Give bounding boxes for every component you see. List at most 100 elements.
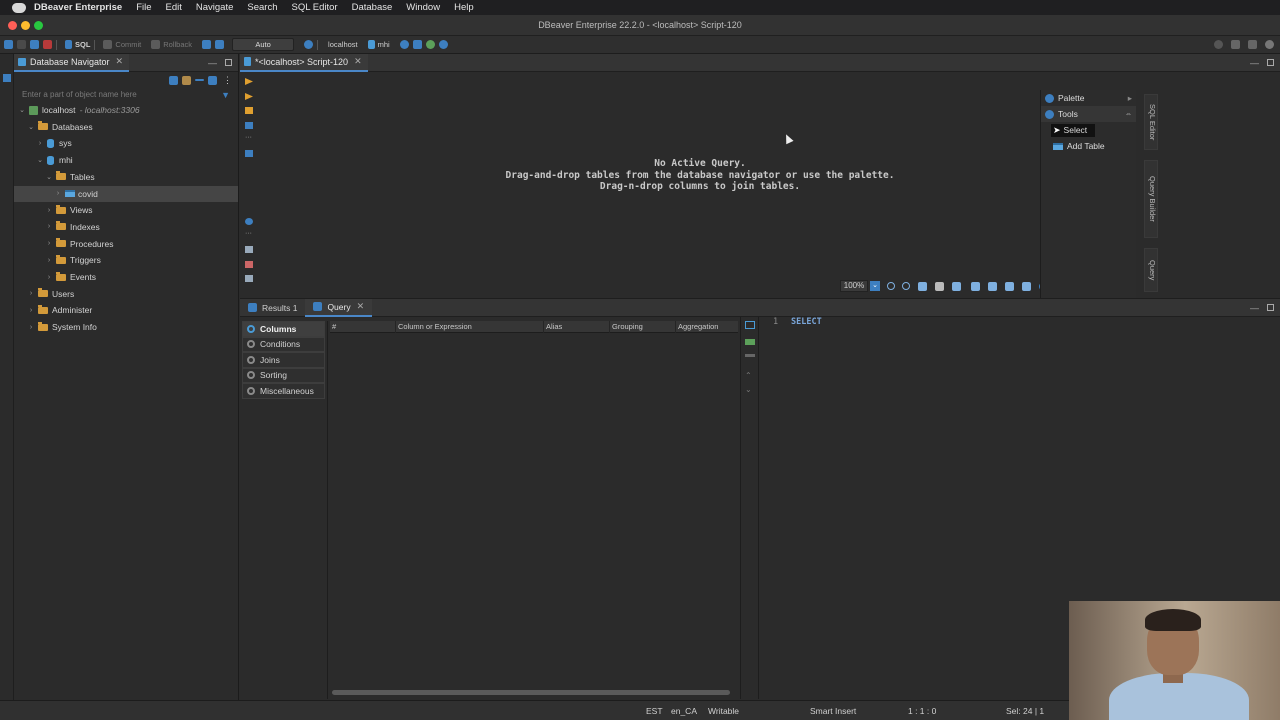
preview-icon[interactable] [745, 321, 755, 329]
section-miscellaneous[interactable]: Miscellaneous [242, 383, 325, 399]
tree-item-system-info[interactable]: › System Info [14, 319, 238, 335]
history-icon[interactable] [304, 40, 314, 49]
navigator-filter-input[interactable]: Enter a part of object name here [14, 88, 221, 102]
refresh-icon[interactable] [30, 40, 39, 49]
new-folder-icon[interactable] [169, 75, 178, 85]
tree-item-mhi[interactable]: ⌄ mhi [14, 152, 238, 168]
close-icon[interactable]: ✕ [354, 56, 362, 67]
tree-item-sys[interactable]: › sys [14, 135, 238, 151]
explain-plan-icon[interactable] [245, 122, 253, 129]
section-joins[interactable]: Joins [242, 352, 325, 368]
zoom-level-select[interactable]: 100% [840, 280, 868, 292]
print-icon[interactable] [1022, 281, 1031, 291]
more-menu-icon[interactable]: ⋮ [223, 75, 232, 86]
menu-search[interactable]: Search [247, 2, 277, 13]
close-icon[interactable]: ✕ [116, 56, 124, 67]
tree-item-views[interactable]: › Views [14, 202, 238, 218]
columns-grid[interactable]: # Column or Expression Alias Grouping Ag… [330, 321, 738, 699]
sql-editor-icon[interactable] [65, 40, 72, 49]
transaction-mode-selector[interactable]: Auto [232, 38, 295, 51]
chevron-right-icon[interactable]: › [45, 207, 53, 214]
terminal-icon[interactable] [245, 150, 253, 157]
section-sorting[interactable]: Sorting [242, 367, 325, 383]
active-schema-selector[interactable]: mhi [378, 40, 390, 49]
execute-statement-icon[interactable] [245, 78, 253, 85]
transaction-icon[interactable] [202, 40, 212, 49]
palette-select-tool[interactable]: ➤ Select [1041, 122, 1136, 138]
maximize-panel-icon[interactable] [1267, 59, 1274, 66]
chevron-right-icon[interactable]: › [45, 223, 53, 230]
execute-new-tab-icon[interactable] [245, 107, 253, 114]
chevron-right-icon[interactable]: › [45, 274, 53, 281]
grid-icon[interactable] [935, 281, 944, 291]
tab-query[interactable]: Query ✕ [305, 298, 373, 317]
link-editor-icon[interactable] [208, 75, 217, 85]
tree-item-events[interactable]: › Events [14, 269, 238, 285]
zoom-in-icon[interactable] [887, 282, 895, 290]
column-header[interactable]: Grouping [610, 321, 676, 333]
tab-script-120[interactable]: *<localhost> Script-120 ✕ [240, 53, 368, 72]
tree-item-indexes[interactable]: › Indexes [14, 219, 238, 235]
column-header[interactable]: Column or Expression [396, 321, 544, 333]
layout-icon[interactable] [1248, 40, 1257, 49]
chevron-right-icon[interactable]: › [27, 290, 35, 297]
menu-navigate[interactable]: Navigate [196, 2, 234, 13]
commit-icon[interactable] [103, 40, 113, 49]
close-icon[interactable]: ✕ [357, 301, 365, 312]
menu-file[interactable]: File [136, 2, 151, 13]
tree-item-triggers[interactable]: › Triggers [14, 252, 238, 268]
palette-tools-drawer[interactable]: Tools ⇔ [1041, 106, 1136, 122]
document-icon[interactable] [245, 275, 253, 282]
more-icon[interactable]: ··· [245, 230, 253, 239]
add-row-icon[interactable] [745, 339, 755, 345]
minimize-panel-icon[interactable]: — [208, 58, 217, 68]
column-header[interactable]: Alias [544, 321, 610, 333]
remove-row-icon[interactable] [745, 354, 755, 357]
chevron-down-icon[interactable]: ⌄ [745, 386, 755, 395]
format-icon[interactable] [412, 40, 422, 49]
tree-item-users[interactable]: › Users [14, 286, 238, 302]
chevron-right-icon[interactable]: › [45, 240, 53, 247]
move-icon[interactable] [952, 281, 961, 291]
connect-icon[interactable] [17, 40, 26, 49]
chevron-down-icon[interactable]: ⌄ [27, 123, 35, 131]
settings-icon[interactable] [245, 218, 253, 225]
column-header[interactable]: Aggregation [676, 321, 738, 333]
chevron-right-icon[interactable]: › [27, 307, 35, 314]
minimize-panel-icon[interactable]: — [1250, 58, 1259, 68]
collapse-all-icon[interactable] [195, 79, 204, 81]
maximize-panel-icon[interactable] [225, 59, 232, 66]
chevron-right-icon[interactable]: › [54, 190, 62, 197]
tab-query-vertical[interactable]: Query [1144, 248, 1158, 292]
chevron-right-icon[interactable]: › [45, 257, 53, 264]
palette-header[interactable]: Palette ▸ [1041, 90, 1136, 106]
maximize-panel-icon[interactable] [1267, 304, 1274, 311]
palette-add-table-tool[interactable]: Add Table [1041, 138, 1136, 154]
arrange-icon[interactable] [988, 281, 997, 291]
tree-item-administer[interactable]: › Administer [14, 302, 238, 318]
menu-app-name[interactable]: DBeaver Enterprise [34, 2, 122, 13]
chevron-down-icon[interactable]: ⌄ [45, 173, 53, 181]
chevron-down-icon[interactable]: ⌄ [36, 156, 44, 164]
minimize-panel-icon[interactable]: — [1250, 303, 1259, 313]
section-conditions[interactable]: Conditions [242, 336, 325, 352]
commit-button[interactable]: Commit [115, 40, 141, 49]
menu-help[interactable]: Help [454, 2, 474, 13]
chevron-right-icon[interactable]: › [27, 324, 35, 331]
user-icon[interactable] [1265, 40, 1274, 49]
chevron-down-icon[interactable]: ⌄ [18, 106, 26, 114]
new-connection-icon[interactable] [4, 40, 13, 49]
chevron-up-icon[interactable]: ⌃ [745, 372, 755, 381]
navigator-tab[interactable]: Database Navigator ✕ [14, 53, 130, 72]
chevron-right-icon[interactable]: ▸ [1128, 93, 1132, 104]
explain-icon[interactable] [399, 40, 409, 49]
pin-icon[interactable]: ⇔ [1125, 111, 1132, 118]
fit-icon[interactable] [918, 281, 927, 291]
disconnect-icon[interactable] [43, 40, 52, 49]
menu-edit[interactable]: Edit [166, 2, 182, 13]
more-icon[interactable]: ··· [245, 134, 253, 143]
search-icon[interactable] [438, 40, 448, 49]
chevron-right-icon[interactable]: › [36, 140, 44, 147]
section-columns[interactable]: Columns [242, 321, 325, 337]
zoom-out-icon[interactable] [902, 282, 910, 290]
